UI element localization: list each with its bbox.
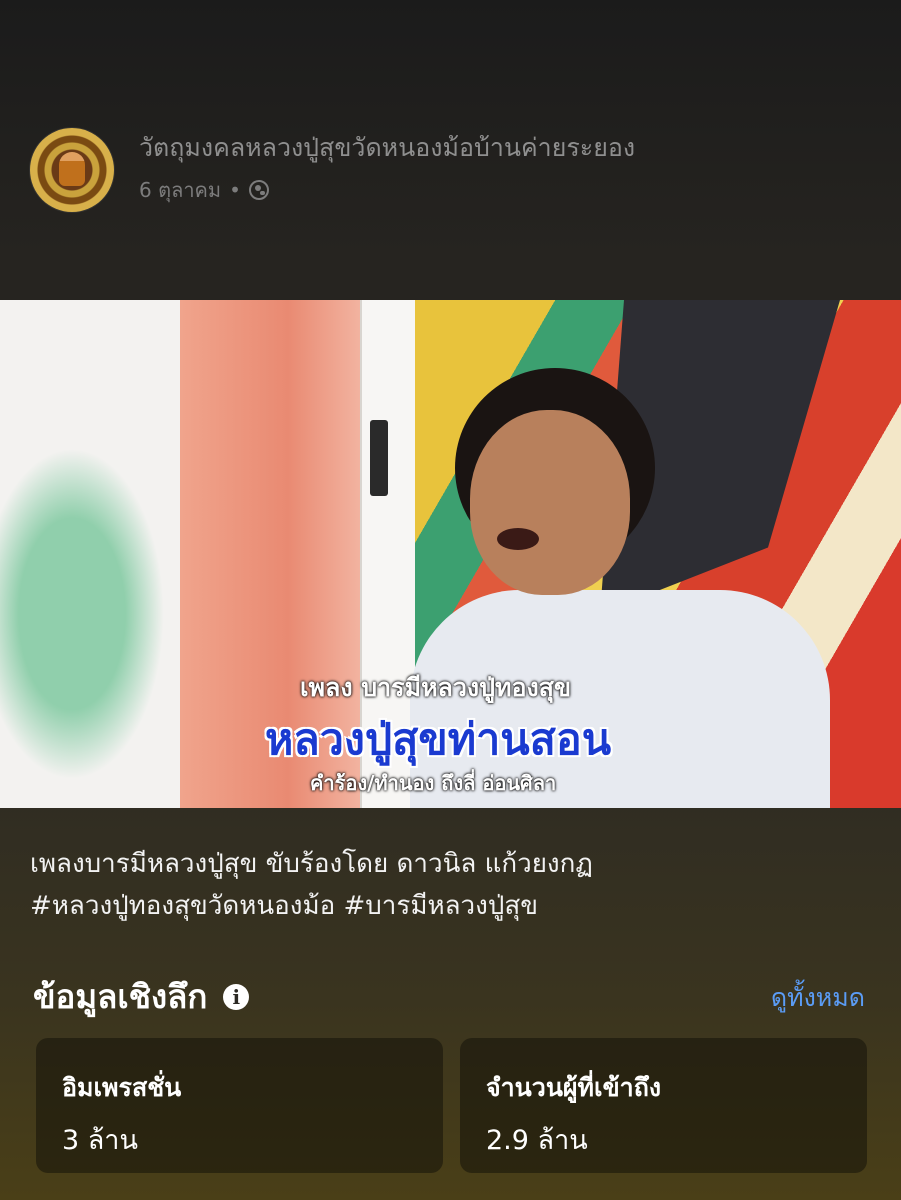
insight-label: จำนวนผู้ที่เข้าถึง bbox=[486, 1073, 662, 1102]
description-hashtags[interactable]: #หลวงปู่ทองสุขวัดหนองม้อ #บารมีหลวงปู่สุ… bbox=[30, 885, 870, 927]
video-caption-song: เพลง บารมีหลวงปู่ทองสุข bbox=[300, 673, 572, 702]
insight-value: 3 ล้าน bbox=[62, 1125, 138, 1156]
post-description: เพลงบารมีหลวงปู่สุข ขับร้องโดย ดาวนิล แก… bbox=[30, 843, 870, 927]
meta-separator: • bbox=[229, 178, 241, 202]
singer-mouth bbox=[497, 528, 539, 550]
monk-image bbox=[59, 152, 85, 186]
singer-face bbox=[470, 410, 630, 595]
post-meta: 6 ตุลาคม • bbox=[139, 174, 269, 206]
see-all-link[interactable]: ดูทั้งหมด bbox=[771, 978, 865, 1018]
insights-title: ข้อมูลเชิงลึก bbox=[33, 977, 208, 1016]
description-line: เพลงบารมีหลวงปู่สุข ขับร้องโดย ดาวนิล แก… bbox=[30, 849, 593, 879]
page-name[interactable]: วัตถุมงคลหลวงปู่สุขวัดหนองม้อบ้านค่ายระย… bbox=[139, 128, 635, 168]
post-header: วัตถุมงคลหลวงปู่สุขวัดหนองม้อบ้านค่ายระย… bbox=[0, 0, 901, 300]
insight-value: 2.9 ล้าน bbox=[486, 1125, 588, 1156]
globe-icon bbox=[248, 180, 269, 200]
insight-label: อิมเพรสชั่น bbox=[62, 1073, 182, 1102]
post-date[interactable]: 6 ตุลาคม bbox=[139, 174, 221, 206]
video-caption-title: หลวงปู่สุขท่านสอน bbox=[265, 715, 612, 765]
page-avatar[interactable] bbox=[30, 128, 114, 212]
insight-card-reach[interactable]: จำนวนผู้ที่เข้าถึง 2.9 ล้าน bbox=[460, 1038, 867, 1173]
insight-card-impressions[interactable]: อิมเพรสชั่น 3 ล้าน bbox=[36, 1038, 443, 1173]
video-caption-credits: คำร้อง/ทำนอง ถึงลี่ อ่อนศิลา bbox=[310, 771, 557, 795]
insights-heading: ข้อมูลเชิงลึก i bbox=[33, 970, 250, 1023]
info-icon[interactable]: i bbox=[223, 983, 250, 1010]
video-player[interactable]: เพลง บารมีหลวงปู่ทองสุข หลวงปู่สุขท่านสอ… bbox=[0, 300, 901, 808]
